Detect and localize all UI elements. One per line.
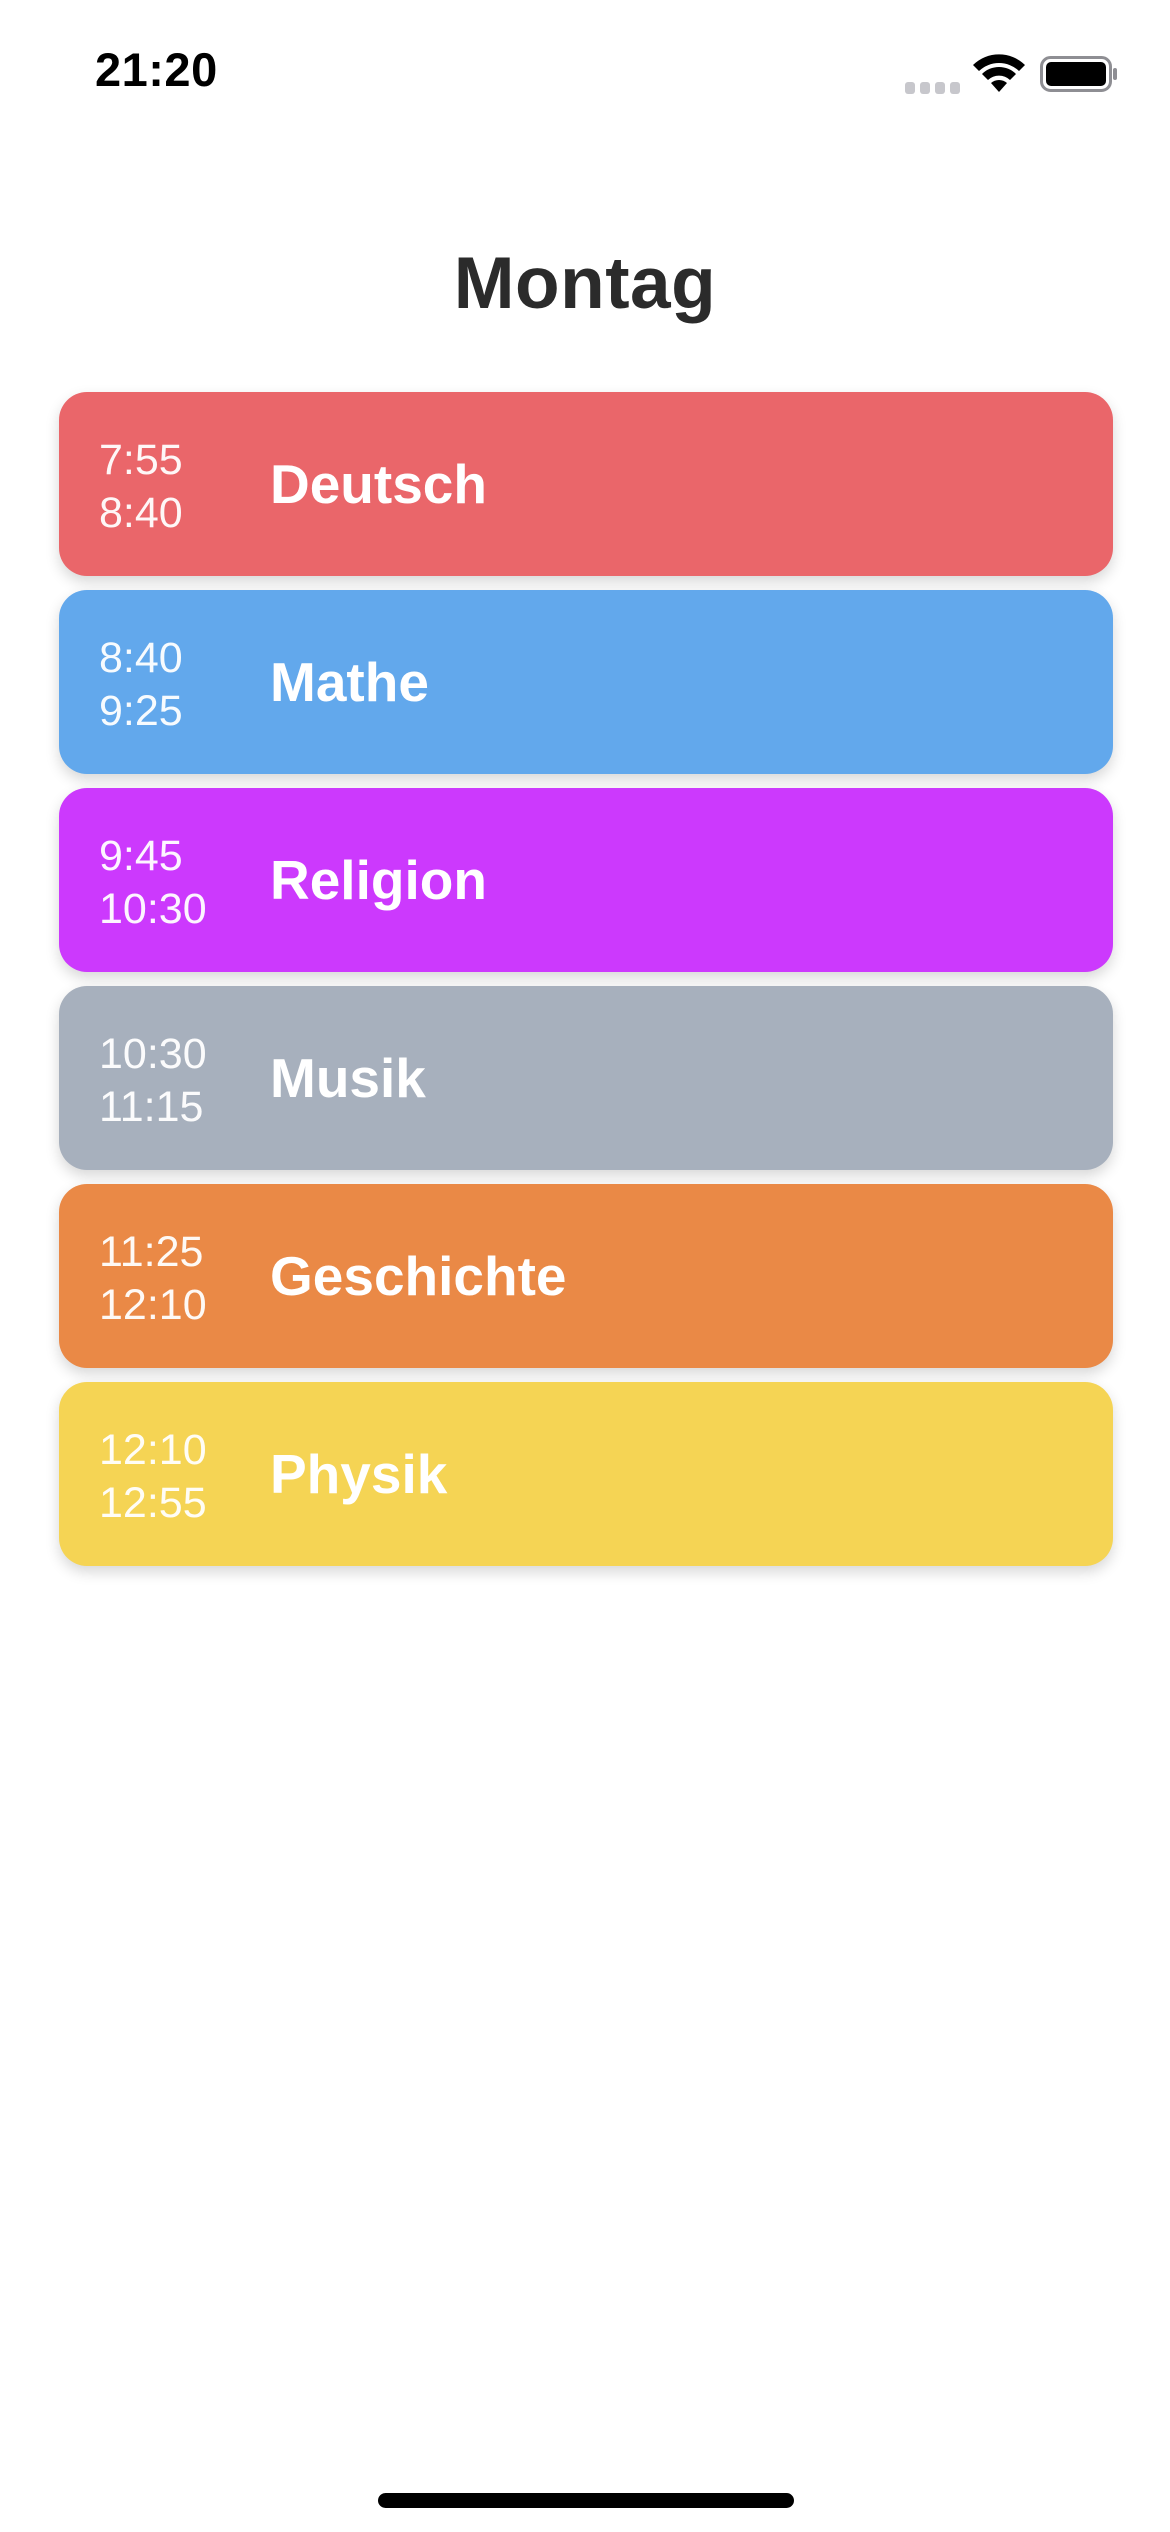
lesson-subject: Musik — [270, 1047, 426, 1109]
lesson-start-time: 10:30 — [99, 1030, 207, 1078]
lesson-card-mathe[interactable]: 8:40 9:25 Mathe — [59, 590, 1113, 774]
cellular-signal-icon — [905, 82, 961, 94]
lesson-card-deutsch[interactable]: 7:55 8:40 Deutsch — [59, 392, 1113, 576]
lesson-end-time: 12:55 — [99, 1479, 207, 1527]
page-title: Montag — [453, 243, 717, 324]
lesson-subject: Mathe — [270, 651, 429, 713]
lesson-card-geschichte[interactable]: 11:25 12:10 Geschichte — [59, 1184, 1113, 1368]
lesson-card-religion[interactable]: 9:45 10:30 Religion — [59, 788, 1113, 972]
lesson-subject: Religion — [270, 849, 487, 911]
wifi-icon — [973, 54, 1025, 92]
lesson-times: 12:10 12:55 — [99, 1424, 207, 1530]
status-time: 21:20 — [95, 43, 218, 96]
lesson-end-time: 11:15 — [99, 1083, 204, 1131]
lesson-end-time: 10:30 — [99, 885, 207, 933]
lesson-subject: Geschichte — [270, 1245, 567, 1307]
lesson-times: 11:25 12:10 — [99, 1226, 207, 1332]
lesson-times: 7:55 8:40 — [99, 434, 183, 540]
lesson-start-time: 12:10 — [99, 1426, 207, 1474]
lesson-times: 9:45 10:30 — [99, 830, 207, 936]
lesson-times: 8:40 9:25 — [99, 632, 183, 738]
lesson-end-time: 8:40 — [99, 489, 183, 537]
lesson-end-time: 9:25 — [99, 687, 183, 735]
lesson-card-musik[interactable]: 10:30 11:15 Musik — [59, 986, 1113, 1170]
status-bar: 21:20 — [0, 0, 1170, 150]
lesson-subject: Physik — [270, 1443, 448, 1505]
battery-icon — [1040, 56, 1117, 92]
lesson-start-time: 11:25 — [99, 1228, 204, 1276]
lesson-start-time: 9:45 — [99, 832, 183, 880]
lesson-subject: Deutsch — [270, 453, 487, 515]
lesson-card-physik[interactable]: 12:10 12:55 Physik — [59, 1382, 1113, 1566]
lesson-list: 7:55 8:40 Deutsch 8:40 9:25 Mathe 9:45 1… — [59, 392, 1113, 1580]
lesson-times: 10:30 11:15 — [99, 1028, 207, 1134]
home-indicator[interactable] — [378, 2493, 794, 2508]
lesson-end-time: 12:10 — [99, 1281, 207, 1329]
lesson-start-time: 8:40 — [99, 634, 183, 682]
lesson-start-time: 7:55 — [99, 436, 183, 484]
